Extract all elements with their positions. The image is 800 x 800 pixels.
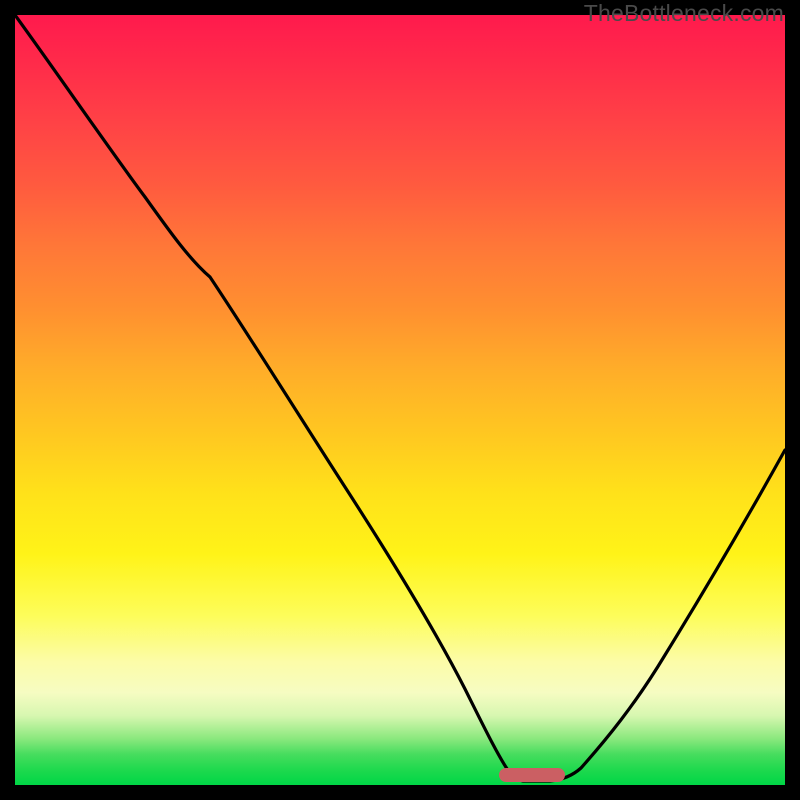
watermark-text: TheBottleneck.com bbox=[584, 0, 784, 27]
optimal-range-marker bbox=[499, 768, 565, 782]
chart-frame: TheBottleneck.com bbox=[0, 0, 800, 800]
bottleneck-curve bbox=[15, 15, 785, 785]
curve-path bbox=[15, 15, 785, 781]
